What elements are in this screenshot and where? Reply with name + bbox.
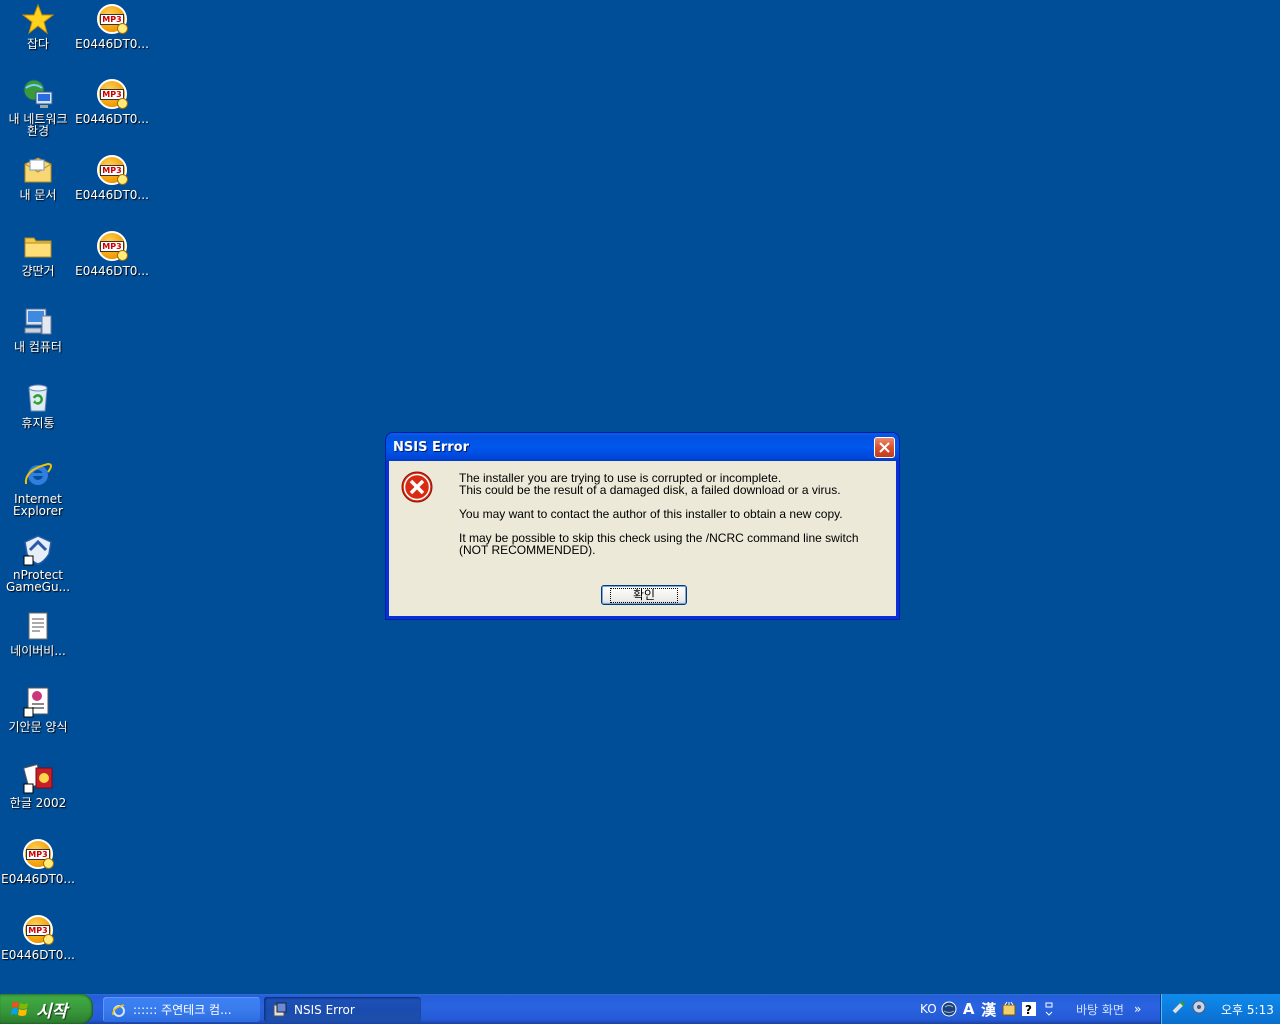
ok-button-label: 확인 [609, 587, 679, 603]
desktop-icon-mp3[interactable]: MP3 E0446DT0... [74, 153, 150, 201]
mp3-icon: MP3 [95, 2, 129, 36]
desktop-icon-mp3[interactable]: MP3 E0446DT0... [74, 2, 150, 50]
chevron-right-icon[interactable]: » [1134, 1002, 1141, 1016]
mp3-icon: MP3 [95, 229, 129, 263]
message-line: You may want to contact the author of th… [459, 507, 843, 521]
desktop-icon-label: 잡다 [26, 37, 50, 51]
desktop-icon-text-file[interactable]: 네이버비... [0, 609, 76, 657]
desktop-icon-network[interactable]: 내 네트워크 환경 [0, 77, 76, 137]
desktop-icon-label: E0446DT0... [75, 264, 149, 278]
recycle-bin-icon [21, 381, 55, 415]
desktop-icon-label: E0446DT0... [75, 37, 149, 51]
desktop-icon-nprotect[interactable]: nProtect GameGu... [0, 533, 76, 593]
taskbar-item-label: :::::: 주연테크 컴... [133, 1003, 232, 1017]
mp3-icon: MP3 [95, 153, 129, 187]
desktop-icon-label: 네이버비... [10, 644, 66, 658]
desktop-icon-hangul-2002[interactable]: 한글 2002 [0, 761, 76, 809]
desktop-icon-label: 내 컴퓨터 [14, 340, 62, 354]
help-icon[interactable]: ? [1021, 1000, 1037, 1018]
hanja-indicator[interactable]: 漢 [981, 1000, 997, 1019]
desktop-icon-internet-explorer[interactable]: Internet Explorer [0, 457, 76, 517]
hangul-2002-icon [21, 761, 55, 795]
start-button[interactable]: 시작 [0, 994, 93, 1024]
desktop-icon-label: E0446DT0... [75, 188, 149, 202]
desktop-icon-label: 내 네트워크 환경 [8, 112, 68, 138]
desktop-icon-label: Internet Explorer [13, 492, 63, 518]
mp3-icon: MP3 [21, 913, 55, 947]
nsis-error-dialog: NSIS Error The installer you are trying … [386, 433, 899, 619]
desktop-icon-folder[interactable]: 걍딴거 [0, 229, 76, 277]
language-options-icon[interactable] [1041, 1000, 1057, 1018]
taskbar-item-browser[interactable]: :::::: 주연테크 컴... [103, 997, 260, 1022]
nprotect-shield-icon [21, 533, 55, 567]
message-line: (NOT RECOMMENDED). [459, 543, 596, 557]
safely-remove-icon[interactable] [1171, 999, 1187, 1019]
ime-pad-icon[interactable] [1001, 1000, 1017, 1018]
network-icon [21, 77, 55, 111]
desktop-icon-mp3[interactable]: MP3 E0446DT0... [74, 229, 150, 277]
message-line: This could be the result of a damaged di… [459, 483, 841, 497]
speaker-icon[interactable] [1191, 999, 1207, 1019]
desktop-icon-mp3[interactable]: MP3 E0446DT0... [0, 913, 76, 961]
mp3-icon: MP3 [95, 77, 129, 111]
desktop-icon-label: E0446DT0... [1, 872, 75, 886]
language-bar: KO A 漢 ? [920, 994, 1057, 1024]
desktop-icon-recycle-bin[interactable]: 휴지통 [0, 381, 76, 429]
desktop-icon-my-documents[interactable]: 내 문서 [0, 153, 76, 201]
ime-mode-indicator[interactable]: A [961, 1000, 977, 1018]
start-label: 시작 [36, 1001, 68, 1022]
taskbar-item-nsis-error[interactable]: NSIS Error [264, 997, 421, 1022]
desktop-icon-label: 내 문서 [19, 188, 57, 202]
dialog-titlebar[interactable]: NSIS Error [386, 433, 899, 461]
desktop-icon-hwp-form[interactable]: 기안문 양식 [0, 685, 76, 733]
close-button[interactable] [874, 437, 895, 458]
hwp-document-icon [21, 685, 55, 719]
installer-icon [273, 1002, 287, 1016]
desktop-icon-label: E0446DT0... [1, 948, 75, 962]
svg-text:?: ? [1025, 1003, 1032, 1016]
desktop-icon-mp3[interactable]: MP3 E0446DT0... [0, 837, 76, 885]
desktop-toolbar-label: 바탕 화면 [1076, 1002, 1124, 1017]
globe-icon[interactable] [941, 1000, 957, 1018]
desktop-icon-label: 걍딴거 [21, 264, 55, 278]
dialog-title: NSIS Error [393, 439, 470, 455]
my-computer-icon [21, 305, 55, 339]
taskbar: 시작 :::::: 주연테크 컴... NSIS Error KO A 漢 ? … [0, 994, 1280, 1024]
desktop-icon-my-computer[interactable]: 내 컴퓨터 [0, 305, 76, 353]
close-icon [879, 442, 890, 453]
language-indicator[interactable]: KO [920, 1000, 937, 1018]
notification-area: 오후 5:13 [1160, 994, 1280, 1024]
desktop-icon-label: nProtect GameGu... [5, 568, 71, 594]
desktop-icon-jabda[interactable]: 잡다 [0, 2, 76, 50]
taskbar-item-label: NSIS Error [294, 1002, 355, 1017]
error-message: The installer you are trying to use is c… [459, 472, 899, 556]
my-documents-icon [21, 153, 55, 187]
windows-logo-icon [11, 1002, 28, 1016]
folder-icon [21, 229, 55, 263]
desktop-icon-label: 기안문 양식 [8, 720, 68, 734]
mp3-icon: MP3 [21, 837, 55, 871]
system-clock[interactable]: 오후 5:13 [1221, 1001, 1274, 1018]
star-icon [21, 2, 55, 36]
desktop-icon-mp3[interactable]: MP3 E0446DT0... [74, 77, 150, 125]
text-file-icon [21, 609, 55, 643]
error-icon [401, 471, 433, 503]
internet-explorer-icon [21, 457, 55, 491]
internet-explorer-icon [112, 1003, 125, 1017]
desktop-toolbar-link[interactable]: 바탕 화면 » [1076, 994, 1141, 1024]
desktop-icon-label: 휴지통 [21, 416, 55, 430]
desktop-icon-label: 한글 2002 [9, 796, 67, 810]
desktop-icon-label: E0446DT0... [75, 112, 149, 126]
ok-button[interactable]: 확인 [601, 585, 687, 605]
